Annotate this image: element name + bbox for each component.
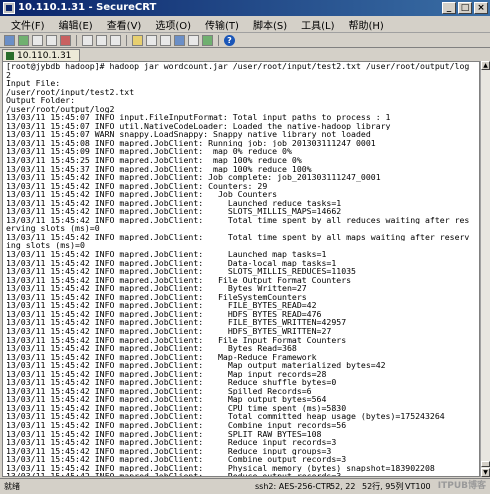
toolbar-separator [76,34,77,46]
menu-bar: 文件(F) 编辑(E) 查看(V) 选项(O) 传输(T) 脚本(S) 工具(L… [0,16,490,33]
status-terminal-type: VT100 [405,482,431,491]
reconnect-icon[interactable] [46,34,57,46]
sftp-icon[interactable] [174,34,185,46]
terminal-line: 13/03/11 15:45:07 INFO util.NativeCodeLo… [6,121,391,131]
paste-icon[interactable] [96,34,107,46]
connect-in-tab-icon[interactable] [32,34,43,46]
menu-options[interactable]: 选项(O) [148,17,198,32]
terminal-line: 13/03/11 15:45:42 INFO mapred.JobClient:… [6,326,332,336]
terminal-line: 13/03/11 15:45:42 INFO mapred.JobClient:… [6,335,347,345]
menu-script[interactable]: 脚本(S) [246,17,294,32]
print-icon[interactable] [132,34,143,46]
minimize-button[interactable]: _ [442,2,456,14]
terminal-line: 13/03/11 15:45:42 INFO mapred.JobClient:… [6,403,347,413]
window-title: 10.110.1.31 - SecureCRT [18,2,157,13]
scroll-down-arrow-icon[interactable]: ▼ [481,468,490,477]
terminal-line: 13/03/11 15:45:42 INFO mapred.JobClient:… [6,275,352,285]
scroll-up-arrow-icon[interactable]: ▲ [481,61,490,70]
menu-edit[interactable]: 编辑(E) [52,17,100,32]
terminal-line: 13/03/11 15:45:42 INFO mapred.JobClient:… [6,215,470,225]
terminal-line: 13/03/11 15:45:42 INFO mapred.JobClient:… [6,361,386,370]
status-ready: 就绪 [4,482,20,491]
terminal-line: 13/03/11 15:45:42 INFO mapred.JobClient:… [6,446,332,456]
terminal-line: 13/03/11 15:45:09 INFO mapred.JobClient:… [6,147,292,157]
terminal-line: 13/03/11 15:45:42 INFO mapred.JobClient:… [6,292,307,302]
terminal-line: 13/03/11 15:45:07 INFO input.FileInputFo… [6,113,391,122]
toolbar-separator [126,34,127,46]
status-bar: 就绪 ssh2: AES-256-CTR 52, 22 52行, 95列 VT1… [0,478,490,494]
scrollbar-thumb[interactable] [481,461,490,467]
terminal-line: 13/03/11 15:45:42 INFO mapred.JobClient:… [6,429,322,439]
menu-help[interactable]: 帮助(H) [341,17,390,32]
terminal-line: 13/03/11 15:45:42 INFO mapred.JobClient:… [6,309,322,319]
script-icon[interactable] [202,34,213,46]
terminal-line: ing slots (ms)=0 [6,241,85,251]
tab-label: 10.110.1.31 [17,51,72,61]
watermark: ITPUB博客 [437,481,486,491]
terminal-line: 13/03/11 15:45:42 INFO mapred.JobClient:… [6,455,347,464]
status-rows-cols: 52行, 95列 [362,482,404,491]
terminal-line: 13/03/11 15:45:42 INFO mapred.JobClient:… [3,472,479,476]
terminal-line: 13/03/11 15:45:42 INFO mapred.JobClient:… [6,318,347,327]
terminal-line: 13/03/11 15:45:42 INFO mapred.JobClient:… [6,395,327,404]
copy-icon[interactable] [82,34,93,46]
terminal-line: 13/03/11 15:45:42 INFO mapred.JobClient:… [6,232,470,242]
status-cursor-position: 52, 22 [330,482,356,491]
find-icon[interactable] [110,34,121,46]
terminal-line: 13/03/11 15:45:42 INFO mapred.JobClient:… [6,173,381,182]
terminal-line: Output Folder: [6,96,76,105]
terminal-line: Input File: [6,79,61,88]
terminal-line: 13/03/11 15:45:42 INFO mapred.JobClient:… [6,352,317,362]
connect-icon[interactable] [4,34,15,46]
terminal-line: 13/03/11 15:45:42 INFO mapred.JobClient:… [6,267,356,276]
terminal-line: 13/03/11 15:45:42 INFO mapred.JobClient:… [6,463,435,473]
title-bar: 10.110.1.31 - SecureCRT _ □ × [0,0,490,16]
terminal-line: 13/03/11 15:45:42 INFO mapred.JobClient:… [6,438,337,447]
terminal-line: 13/03/11 15:45:42 INFO mapred.JobClient:… [6,301,317,310]
terminal-line: 13/03/11 15:45:25 INFO mapred.JobClient:… [6,156,302,165]
menu-view[interactable]: 查看(V) [100,17,149,32]
terminal-output[interactable]: [root@jybdb hadoop]# hadoop jar wordcoun… [2,61,480,477]
session-status-icon [6,52,14,60]
terminal-line: 13/03/11 15:45:42 INFO mapred.JobClient:… [6,412,445,421]
disconnect-icon[interactable] [60,34,71,46]
toolbar-separator [218,34,219,46]
terminal-line: erving slots (ms)=0 [6,224,100,233]
status-protocol: ssh2: AES-256-CTR [255,482,332,491]
menu-tools[interactable]: 工具(L) [294,17,341,32]
terminal-line: 13/03/11 15:45:42 INFO mapred.JobClient:… [6,190,278,199]
terminal-line: 13/03/11 15:45:42 INFO mapred.JobClient:… [6,369,327,379]
terminal-line: /user/root/output/log2 [6,104,115,114]
terminal-line: 13/03/11 15:45:42 INFO mapred.JobClient:… [6,284,307,293]
vertical-scrollbar[interactable]: ▲ ▼ [480,61,490,477]
terminal-line: /user/root/input/test2.txt [6,87,135,97]
keymap-icon[interactable] [188,34,199,46]
terminal-line: 13/03/11 15:45:42 INFO mapred.JobClient:… [6,181,268,191]
help-icon[interactable]: ? [224,34,235,46]
toolbar: ? [0,33,490,47]
terminal-line: 13/03/11 15:45:42 INFO mapred.JobClient:… [6,344,297,353]
terminal-line: 13/03/11 15:45:42 INFO mapred.JobClient:… [6,386,312,396]
global-options-icon[interactable] [160,34,171,46]
menu-file[interactable]: 文件(F) [4,17,52,32]
terminal-line: 13/03/11 15:45:08 INFO mapred.JobClient:… [6,138,376,148]
securecrt-app-icon[interactable] [3,2,15,14]
close-button[interactable]: × [474,2,488,14]
terminal-line: [root@jybdb hadoop]# hadoop jar wordcoun… [6,62,470,71]
session-tab-strip: 10.110.1.31 [0,47,490,62]
terminal-line: 2 [6,70,11,80]
terminal-line: 13/03/11 15:45:07 WARN snappy.LoadSnappy… [6,130,371,139]
quick-connect-icon[interactable] [18,34,29,46]
terminal-line: 13/03/11 15:45:42 INFO mapred.JobClient:… [6,250,327,259]
terminal-line: 13/03/11 15:45:42 INFO mapred.JobClient:… [6,258,337,268]
terminal-line: 13/03/11 15:45:42 INFO mapred.JobClient:… [6,420,347,430]
settings-icon[interactable] [146,34,157,46]
terminal-line: 13/03/11 15:45:37 INFO mapred.JobClient:… [6,164,312,174]
terminal-line: 13/03/11 15:45:42 INFO mapred.JobClient:… [6,207,342,216]
terminal-line: 13/03/11 15:45:42 INFO mapred.JobClient:… [6,378,337,387]
maximize-button[interactable]: □ [458,2,472,14]
terminal-line: 13/03/11 15:45:42 INFO mapred.JobClient:… [6,198,342,208]
menu-transfer[interactable]: 传输(T) [198,17,246,32]
